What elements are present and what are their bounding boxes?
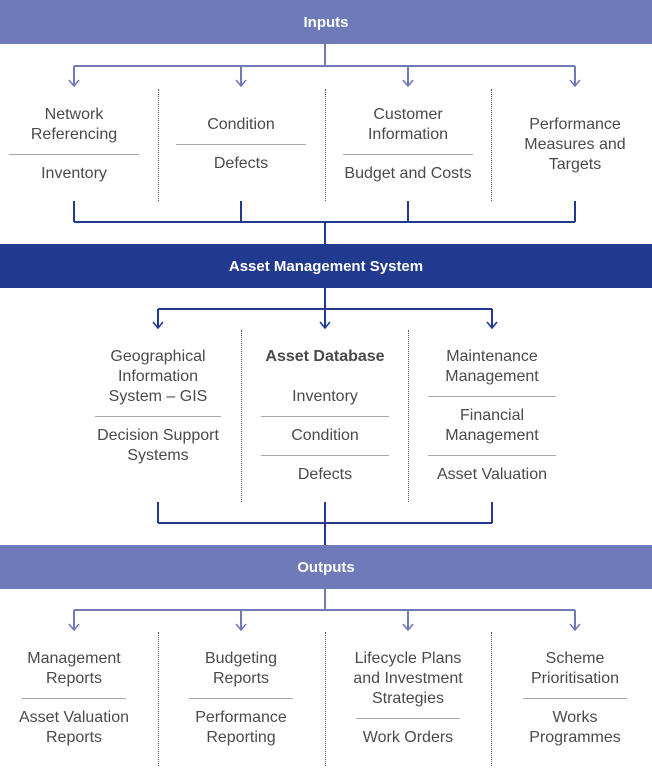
- divider: [158, 632, 159, 766]
- system-column-asset-database: Asset Database Inventory Condition Defec…: [255, 347, 395, 485]
- input-item: Performance Measures and Targets: [524, 116, 626, 173]
- outputs-title: Outputs: [297, 558, 355, 576]
- input-item: Inventory: [41, 165, 107, 182]
- inputs-fanout: [74, 44, 575, 86]
- divider: [158, 89, 159, 201]
- input-column-customer: Customer Information Budget and Costs: [333, 105, 483, 184]
- system-column-maintenance: Maintenance Management Financial Managem…: [418, 347, 566, 485]
- system-item: Decision Support Systems: [97, 427, 219, 464]
- separator: [95, 416, 221, 417]
- system-item: Inventory: [292, 388, 358, 405]
- system-title: Asset Management System: [228, 257, 424, 275]
- input-item: Budget and Costs: [344, 165, 472, 182]
- outputs-band: Outputs: [0, 545, 652, 589]
- separator: [428, 455, 556, 456]
- separator: [261, 416, 389, 417]
- outputs-fanout: [74, 589, 575, 630]
- system-item: Condition: [291, 427, 359, 444]
- system-item: Asset Valuation: [437, 466, 547, 483]
- output-item: Management Reports: [27, 650, 121, 687]
- input-item: Defects: [213, 155, 269, 172]
- inputs-band: Inputs: [0, 0, 652, 44]
- separator: [189, 698, 293, 699]
- separator: [428, 396, 556, 397]
- system-fanin: [157, 502, 493, 545]
- separator: [356, 718, 460, 719]
- output-item: Performance Reporting: [195, 709, 287, 746]
- divider: [408, 330, 409, 502]
- inputs-fanin: [73, 201, 576, 244]
- divider: [241, 330, 242, 502]
- divider: [491, 632, 492, 766]
- output-column-scheme: Scheme Prioritisation Works Programmes: [508, 649, 642, 748]
- input-item: Customer Information: [367, 106, 449, 143]
- output-item: Works Programmes: [529, 709, 621, 746]
- input-column-condition: Condition Defects: [176, 115, 306, 174]
- separator: [176, 144, 306, 145]
- divider: [491, 89, 492, 201]
- system-item: Defects: [297, 466, 353, 483]
- system-fanout: [158, 288, 492, 328]
- separator: [22, 698, 126, 699]
- input-item: Condition: [207, 116, 275, 133]
- output-column-management: Management Reports Asset Valuation Repor…: [6, 649, 142, 748]
- divider: [325, 632, 326, 766]
- output-column-lifecycle: Lifecycle Plans and Investment Strategie…: [338, 649, 478, 748]
- output-item: Budgeting Reports: [204, 650, 278, 687]
- divider: [325, 89, 326, 201]
- separator: [343, 154, 473, 155]
- system-item: Financial Management: [445, 407, 539, 444]
- input-column-network: Network Referencing Inventory: [8, 105, 140, 184]
- separator: [523, 698, 627, 699]
- asset-database-heading: Asset Database: [265, 348, 385, 365]
- asset-management-system-band: Asset Management System: [0, 244, 652, 288]
- system-item: Maintenance Management: [445, 348, 539, 385]
- output-column-budgeting: Budgeting Reports Performance Reporting: [174, 649, 308, 748]
- input-item: Network Referencing: [30, 106, 118, 143]
- system-item: Geographical Information System – GIS: [108, 348, 208, 405]
- output-item: Work Orders: [362, 729, 454, 746]
- separator: [261, 455, 389, 456]
- output-item: Scheme Prioritisation: [530, 650, 620, 687]
- system-column-gis: Geographical Information System – GIS De…: [85, 347, 231, 466]
- output-item: Asset Valuation Reports: [19, 709, 129, 746]
- output-item: Lifecycle Plans and Investment Strategie…: [353, 650, 463, 707]
- separator: [9, 154, 139, 155]
- inputs-title: Inputs: [303, 13, 349, 31]
- input-column-performance: Performance Measures and Targets: [510, 115, 640, 175]
